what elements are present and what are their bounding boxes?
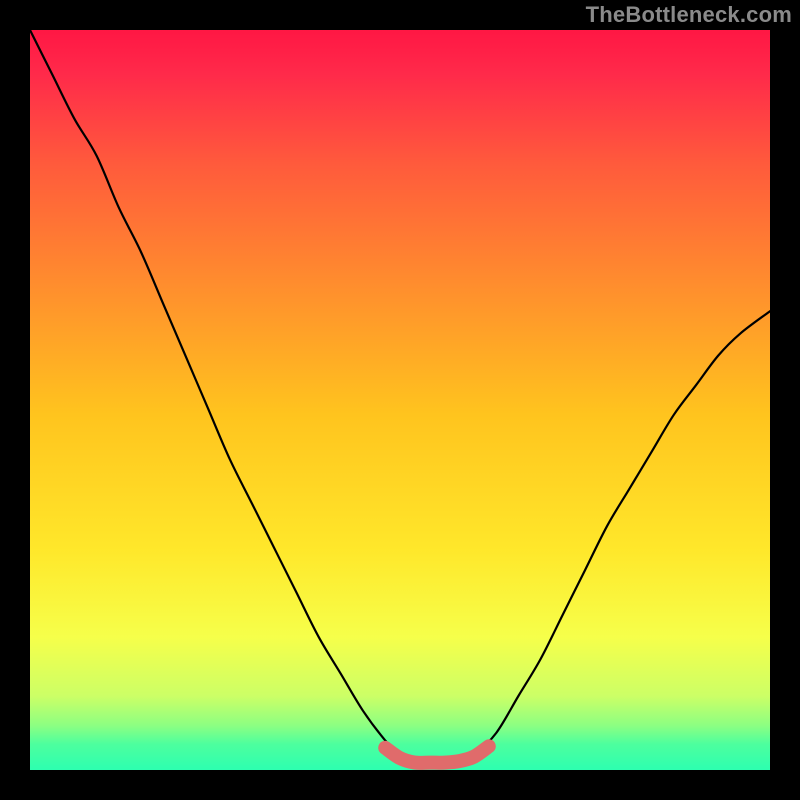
bottleneck-curve — [30, 30, 770, 763]
bottom-accent-curve — [385, 746, 489, 763]
plot-area — [30, 30, 770, 770]
curve-layer — [30, 30, 770, 770]
chart-frame: TheBottleneck.com — [0, 0, 800, 800]
watermark-text: TheBottleneck.com — [586, 2, 792, 28]
